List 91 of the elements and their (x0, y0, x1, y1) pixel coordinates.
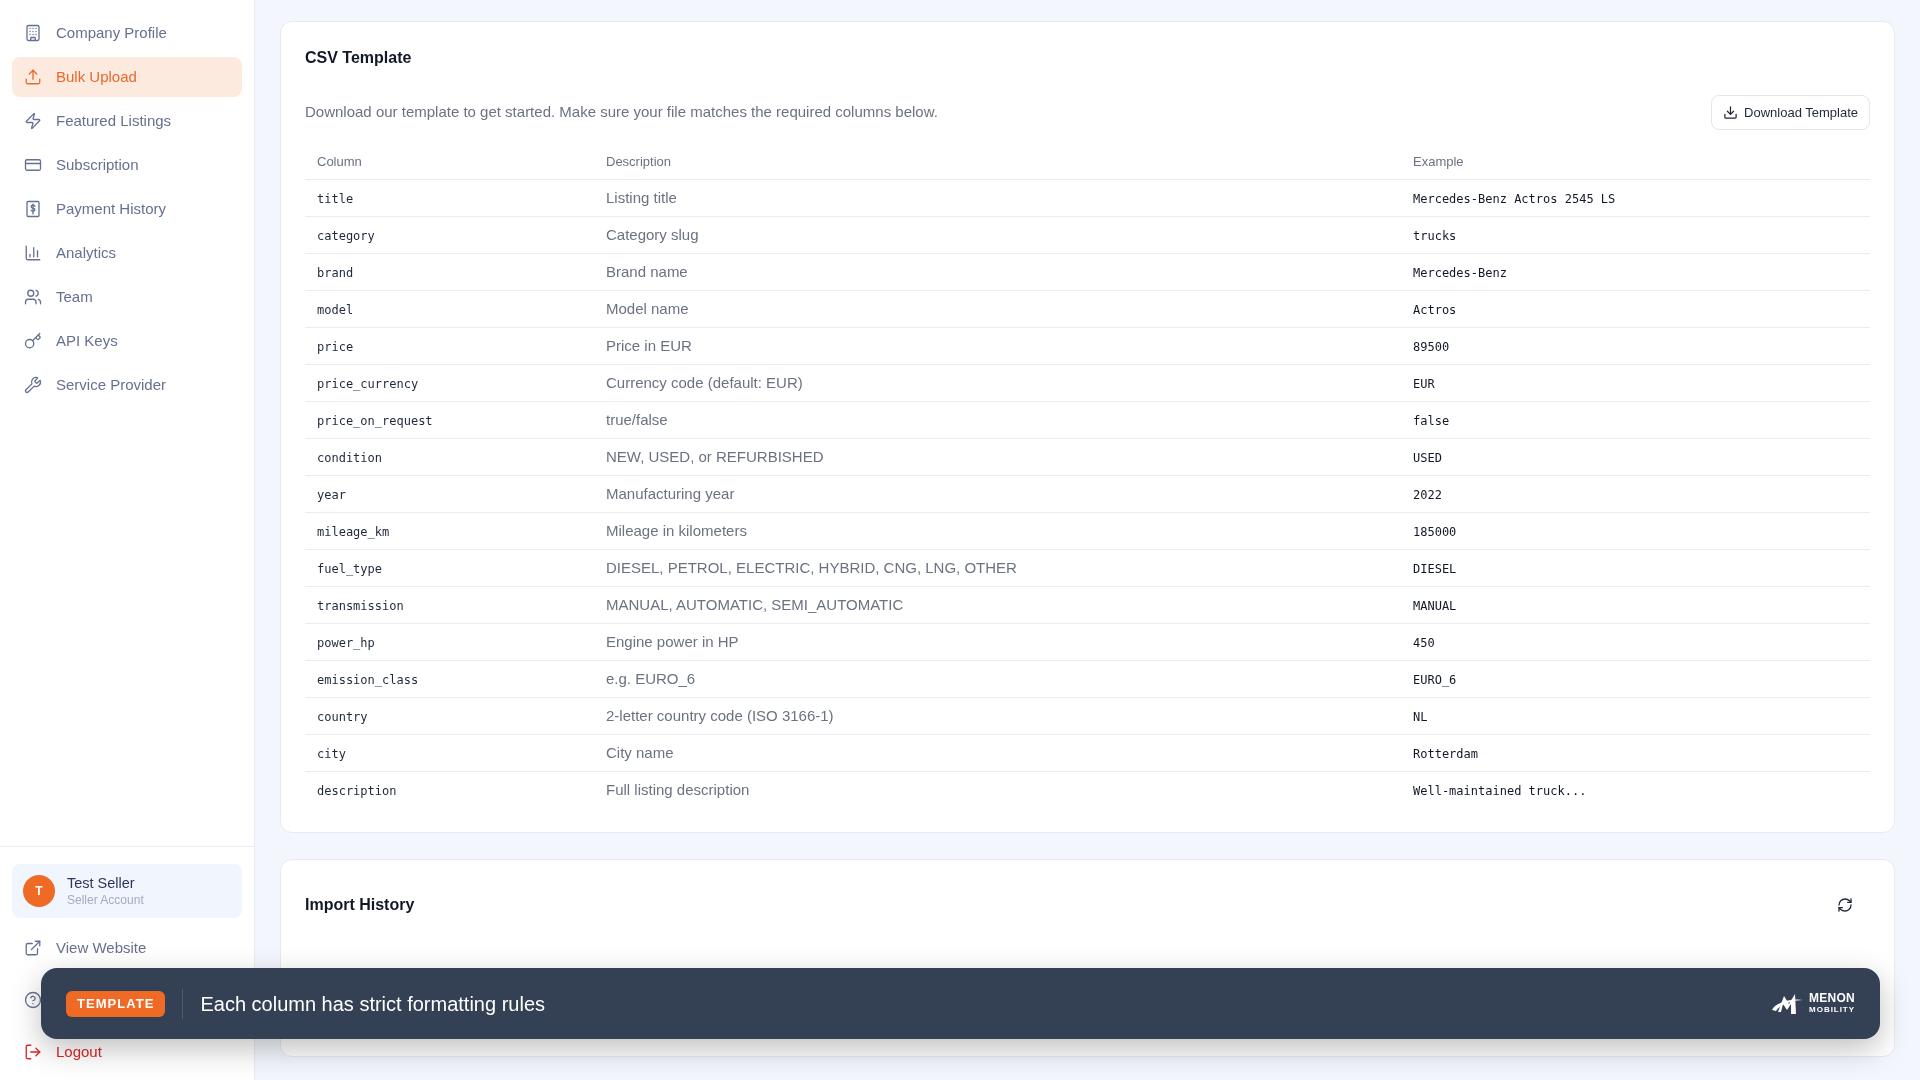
sidebar-item[interactable]: Bulk Upload (12, 57, 242, 97)
description-cell: MANUAL, AUTOMATIC, SEMI_AUTOMATIC (606, 596, 904, 613)
sidebar-item[interactable]: Subscription (12, 145, 242, 185)
key-icon (24, 332, 42, 350)
description-cell: true/false (606, 411, 668, 428)
description-cell: Category slug (606, 226, 699, 243)
description-cell: 2-letter country code (ISO 3166-1) (606, 707, 834, 724)
sidebar-item[interactable]: Payment History (12, 189, 242, 229)
column-name-cell: emission_class (317, 673, 419, 687)
users-icon (24, 288, 42, 306)
column-name-cell: year (317, 488, 346, 502)
card-description: Download our template to get started. Make sure your file matches the required columns below. (305, 102, 938, 123)
sidebar-item[interactable]: API Keys (12, 321, 242, 361)
sidebar-item[interactable]: Company Profile (12, 13, 242, 53)
column-name-cell: brand (317, 266, 354, 280)
user-name: Test Seller (67, 874, 136, 893)
logo-tagline: MOBILITY (1809, 1005, 1855, 1015)
user-card[interactable]: T Test Seller Seller Account (12, 864, 242, 918)
column-name-cell: transmission (317, 599, 404, 613)
external-link-icon (24, 939, 42, 957)
download-template-button[interactable]: Download Template (1711, 95, 1870, 130)
example-cell: DIESEL (1413, 562, 1457, 576)
example-cell: Well-maintained truck... (1413, 784, 1587, 798)
column-name-cell: condition (317, 451, 383, 465)
column-name-cell: country (317, 710, 368, 724)
description-cell: Engine power in HP (606, 633, 739, 650)
category-tag: TEMPLATE (66, 990, 166, 1017)
example-cell: MANUAL (1413, 599, 1457, 613)
example-cell: Mercedes-Benz (1413, 266, 1507, 280)
help-icon (24, 991, 42, 1009)
column-name-cell: title (317, 192, 354, 206)
example-cell: 89500 (1413, 340, 1450, 354)
user-role: Seller Account (67, 892, 144, 908)
description-cell: Manufacturing year (606, 485, 735, 502)
card-title: Import History (305, 895, 415, 915)
example-cell: 450 (1413, 636, 1435, 650)
building-icon (24, 24, 42, 42)
credit-card-icon (24, 156, 42, 174)
upload-icon (24, 68, 42, 86)
description-cell: Mileage in kilometers (606, 522, 747, 539)
sidebar-item[interactable]: Analytics (12, 233, 242, 273)
card-title: CSV Template (305, 48, 412, 68)
example-cell: 2022 (1413, 488, 1442, 502)
lightning-icon (24, 112, 42, 130)
sidebar-item[interactable]: Service Provider (12, 365, 242, 405)
description-cell: Listing title (606, 189, 677, 206)
download-icon (1723, 105, 1739, 120)
logo-name: MENON (1809, 992, 1855, 1005)
example-cell: USED (1413, 451, 1442, 465)
sidebar-item[interactable]: Featured Listings (12, 101, 242, 141)
column-name-cell: city (317, 747, 346, 761)
column-name-cell: category (317, 229, 375, 243)
wrench-icon (24, 376, 42, 394)
example-cell: trucks (1413, 229, 1457, 243)
description-cell: NEW, USED, or REFURBISHED (606, 448, 824, 465)
column-header: Column (317, 153, 362, 169)
example-cell: EURO_6 (1413, 673, 1457, 687)
refresh-icon (1837, 897, 1853, 913)
column-name-cell: power_hp (317, 636, 375, 650)
sidebar-link[interactable]: View Website (12, 928, 159, 968)
description-cell: Price in EUR (606, 337, 692, 354)
example-cell: false (1413, 414, 1450, 428)
example-cell: Mercedes-Benz Actros 2545 LS (1413, 192, 1616, 206)
example-cell: 185000 (1413, 525, 1457, 539)
dollar-receipt-icon (24, 200, 42, 218)
column-name-cell: model (317, 303, 354, 317)
sidebar-item[interactable]: Team (12, 277, 242, 317)
column-name-cell: description (317, 784, 397, 798)
description-cell: e.g. EURO_6 (606, 670, 696, 687)
bar-chart-icon (24, 244, 42, 262)
description-cell: Full listing description (606, 781, 750, 798)
toast-message: Each column has strict formatting rules (200, 991, 545, 1017)
column-name-cell: price_on_request (317, 414, 433, 428)
column-header: Description (606, 153, 672, 169)
example-cell: Actros (1413, 303, 1457, 317)
description-cell: Currency code (default: EUR) (606, 374, 803, 391)
example-cell: Rotterdam (1413, 747, 1479, 761)
description-cell: Model name (606, 300, 689, 317)
column-name-cell: fuel_type (317, 562, 383, 576)
logout-icon (24, 1043, 42, 1061)
description-cell: City name (606, 744, 674, 761)
column-name-cell: price_currency (317, 377, 419, 391)
avatar: T (23, 875, 55, 907)
column-name-cell: mileage_km (317, 525, 390, 539)
description-cell: DIESEL, PETROL, ELECTRIC, HYBRID, CNG, LNG, OTHER (606, 559, 1017, 576)
column-header: Example (1413, 153, 1464, 169)
description-cell: Brand name (606, 263, 688, 280)
logout-link[interactable]: Logout (12, 1032, 114, 1072)
example-cell: NL (1413, 710, 1428, 724)
column-name-cell: price (317, 340, 354, 354)
example-cell: EUR (1413, 377, 1435, 391)
